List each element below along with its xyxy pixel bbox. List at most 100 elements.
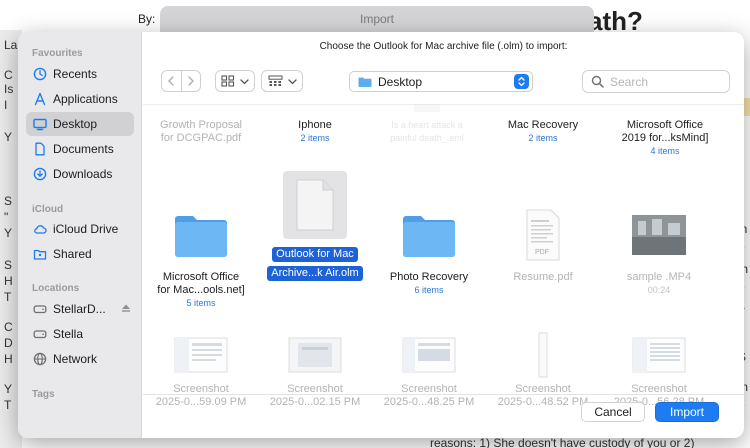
search-field[interactable]	[582, 70, 730, 93]
forward-button[interactable]	[180, 71, 201, 91]
search-icon	[591, 75, 604, 88]
item-count: 2 items	[300, 133, 330, 143]
bg-letter: Is	[4, 82, 14, 96]
file-item[interactable]: Growth Proposal for DCGPAC.pdf	[145, 103, 257, 145]
file-name-line: 2019 for...ksMind]	[621, 132, 709, 144]
item-count: 2 items	[528, 133, 558, 143]
bg-letter: S	[4, 258, 13, 272]
pdf-thumbnail-icon: PDF	[526, 209, 560, 261]
bg-letter: C	[4, 320, 13, 334]
file-grid: Growth Proposal for DCGPAC.pdf Iphone 2 …	[143, 103, 744, 408]
shared-folder-icon	[33, 247, 47, 261]
sidebar-item-label: Desktop	[53, 117, 98, 131]
folder-item[interactable]: Mac Recovery 2 items	[487, 103, 599, 143]
folder-item[interactable]: Photo Recovery 6 items	[373, 203, 485, 295]
sidebar-item-stellard[interactable]: StellarD...	[26, 297, 134, 321]
folder-item[interactable]: Iphone 2 items	[259, 103, 371, 143]
location-label: Desktop	[378, 74, 423, 89]
drive-icon	[33, 327, 47, 341]
file-name-line: Mac Recovery	[507, 119, 579, 131]
sidebar-item-shared[interactable]: Shared	[26, 242, 134, 266]
bg-letter: Y	[4, 130, 13, 144]
file-name-line: Photo Recovery	[389, 271, 469, 283]
item-count: 5 items	[186, 298, 216, 308]
sidebar-item-network[interactable]: Network	[26, 347, 134, 371]
view-mode-button[interactable]	[215, 70, 255, 92]
sidebar-item-label: Recents	[53, 67, 98, 81]
sidebar-item-label: Downloads	[53, 167, 113, 181]
bg-letter: Y	[4, 382, 13, 396]
chevron-left-icon	[168, 76, 174, 86]
file-item[interactable]: sample .MP4 00:24	[603, 203, 715, 295]
selected-file-name: Outlook for Mac Archive...k Air.olm	[259, 243, 371, 281]
screenshot-thumbnail	[288, 337, 342, 373]
file-name-line: for DCGPAC.pdf	[160, 132, 242, 144]
folder-item[interactable]: Microsoft Office 2019 for...ksMind] 4 it…	[609, 103, 721, 156]
file-item[interactable]: PDF Resume.pdf	[487, 203, 599, 284]
bg-letter: S	[4, 194, 13, 208]
bg-letter: La	[4, 38, 18, 52]
sidebar-item-recents[interactable]: Recents	[26, 62, 134, 86]
bg-letter: C	[4, 68, 13, 82]
sidebar-section-icloud: iCloud	[32, 204, 64, 215]
sidebar: Favourites Recents Applications Desktop …	[18, 32, 142, 438]
sidebar-item-applications[interactable]: Applications	[26, 87, 134, 111]
olm-document-icon	[296, 179, 334, 231]
sidebar-item-stella[interactable]: Stella	[26, 322, 134, 346]
item-count: 4 items	[650, 146, 680, 156]
folder-item[interactable]: Microsoft Office for Mac...ools.net] 5 i…	[145, 203, 257, 308]
bg-letter: H	[4, 274, 13, 288]
group-grid-icon	[268, 75, 282, 86]
bg-letter: H	[4, 352, 13, 366]
bg-letter: I	[4, 98, 8, 112]
sidebar-item-downloads[interactable]: Downloads	[26, 162, 134, 186]
icon-grid-icon	[221, 75, 235, 87]
sidebar-section-tags: Tags	[32, 389, 55, 400]
file-name-line: sample .MP4	[626, 271, 692, 283]
video-thumbnail-icon	[632, 215, 686, 255]
desktop-icon	[33, 117, 47, 131]
dialog-prompt: Choose the Outlook for Mac archive file …	[319, 41, 568, 52]
updown-chevron-icon	[514, 74, 529, 89]
sidebar-item-documents[interactable]: Documents	[26, 137, 134, 161]
screenshot-thumbnail	[174, 337, 228, 373]
bg-letter: T	[4, 398, 12, 412]
drive-icon	[33, 302, 47, 316]
sidebar-item-desktop[interactable]: Desktop	[26, 112, 134, 136]
cancel-button[interactable]: Cancel	[581, 402, 645, 422]
file-name-line: painful death_.eml	[390, 133, 464, 143]
document-thumbnail	[414, 104, 440, 112]
file-item-selected[interactable]: Outlook for Mac Archive...k Air.olm	[259, 171, 371, 281]
import-button[interactable]: Import	[655, 402, 719, 422]
file-item[interactable]: Is a heart attack a painful death_.eml	[371, 103, 483, 145]
applications-icon	[33, 92, 47, 106]
eject-icon[interactable]	[120, 302, 132, 314]
bg-letter: Y	[4, 226, 13, 240]
file-name-line: Iphone	[298, 119, 332, 131]
screenshot-thumbnail	[538, 332, 548, 378]
folder-icon	[358, 77, 372, 87]
globe-icon	[33, 352, 47, 366]
group-by-button[interactable]	[261, 70, 303, 92]
screenshot-thumbnail	[632, 337, 686, 373]
byline-label: By:	[138, 12, 156, 26]
sidebar-item-label: Stella	[53, 327, 84, 341]
svg-text:PDF: PDF	[535, 249, 549, 256]
cloud-icon	[33, 222, 47, 236]
sidebar-item-label: StellarD...	[53, 302, 106, 316]
file-name-line: Is a heart attack a	[391, 120, 463, 130]
search-input[interactable]	[610, 74, 720, 89]
file-name-line: for Mac...ools.net]	[157, 284, 245, 296]
sidebar-item-icloud-drive[interactable]: iCloud Drive	[26, 217, 134, 241]
bg-letter: D	[4, 336, 13, 350]
location-popup[interactable]: Desktop	[349, 71, 533, 92]
sidebar-item-label: Applications	[53, 92, 118, 106]
file-name-line: Archive...k Air.olm	[267, 266, 363, 281]
sidebar-item-label: iCloud Drive	[53, 222, 119, 236]
file-name-line: Outlook for Mac	[272, 247, 358, 262]
bg-letter: "	[4, 210, 9, 224]
dialog-footer: Cancel Import	[143, 394, 744, 438]
screenshot-thumbnail	[402, 337, 456, 373]
sidebar-section-locations: Locations	[32, 283, 80, 294]
back-button[interactable]	[162, 71, 181, 91]
